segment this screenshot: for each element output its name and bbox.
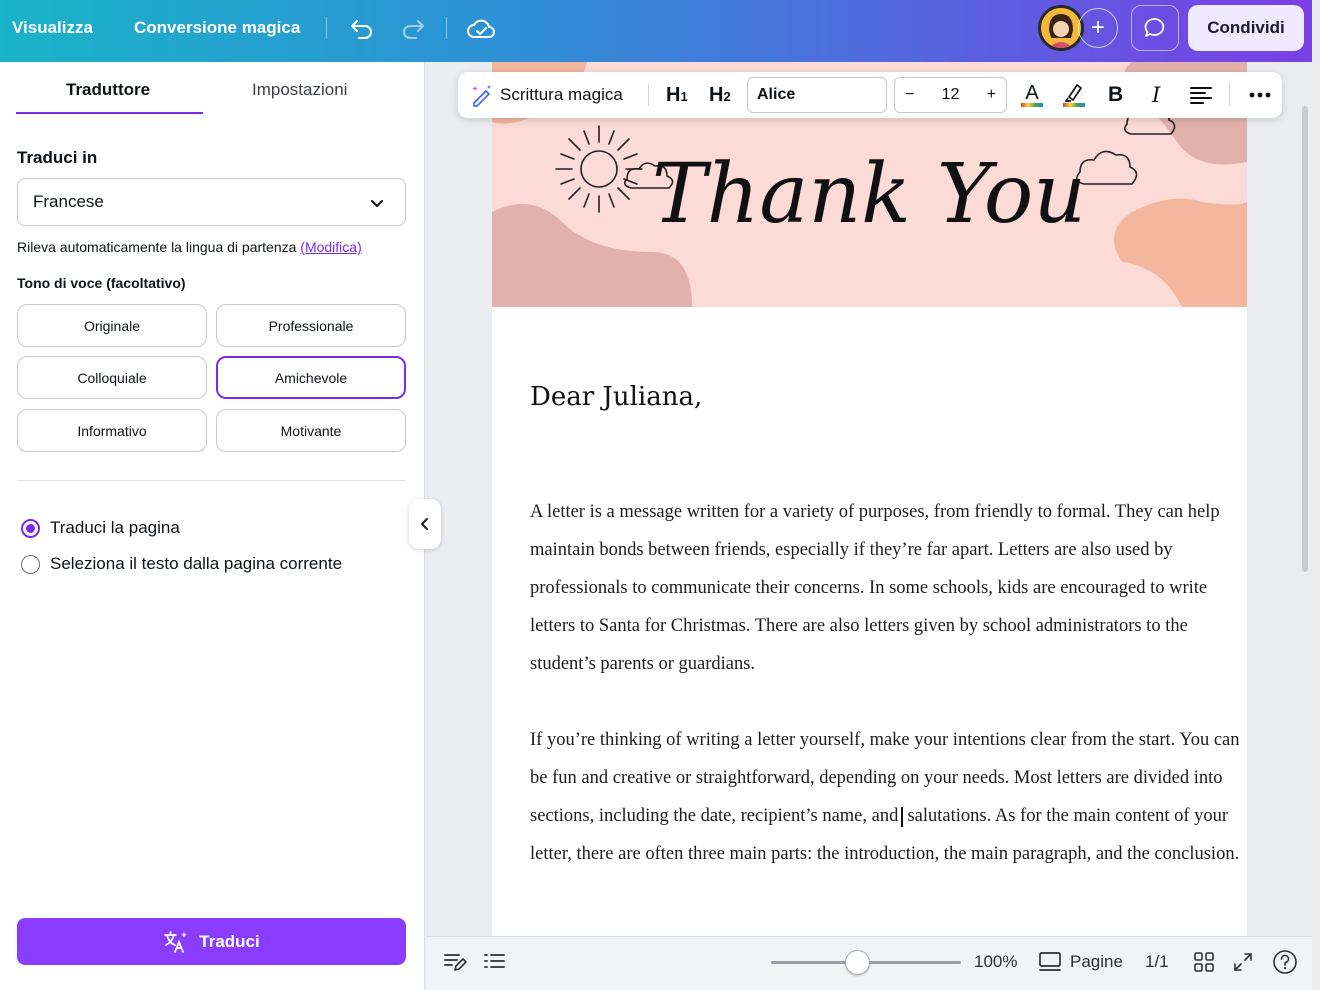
chevron-left-icon [421, 518, 428, 530]
outline-button[interactable] [482, 937, 506, 987]
grid-view-button[interactable] [1193, 937, 1215, 987]
collapse-panel-button[interactable] [409, 499, 441, 549]
heading1-icon: H1 [666, 83, 688, 106]
tone-original-button[interactable]: Originale [17, 304, 207, 347]
text-color-button[interactable]: A [1018, 72, 1046, 118]
list-icon [484, 954, 505, 968]
share-button[interactable]: Condividi [1188, 5, 1304, 51]
language-value: Francese [33, 192, 104, 211]
pages-icon [1039, 952, 1061, 971]
separator [326, 17, 327, 39]
divider [17, 480, 406, 481]
banner-title: Thank You [652, 147, 1086, 242]
translator-panel: Traduttore Impostazioni Traduci in Franc… [0, 62, 425, 990]
document-page[interactable]: Thank You Dear Juliana, A letter is a me… [492, 62, 1247, 936]
translate-page-option[interactable]: Traduci la pagina [21, 518, 180, 538]
view-menu[interactable]: Visualizza [12, 18, 93, 38]
font-size-value[interactable]: 12 [942, 86, 960, 104]
highlight-button[interactable] [1060, 72, 1088, 118]
tone-colloquial-button[interactable]: Colloquiale [17, 356, 207, 399]
letter-paragraph-2[interactable]: If you’re thinking of writing a letter y… [530, 721, 1242, 873]
bold-button[interactable]: B [1108, 72, 1123, 118]
more-icon [1249, 92, 1271, 98]
decrease-size-button[interactable]: − [905, 86, 914, 104]
letter-paragraph-1[interactable]: A letter is a message written for a vari… [530, 493, 1242, 683]
redo-icon[interactable] [398, 14, 428, 44]
italic-button[interactable]: I [1152, 72, 1160, 118]
magic-write-label: Scrittura magica [500, 85, 623, 104]
text-color-icon: A [1021, 82, 1043, 107]
align-button[interactable] [1189, 72, 1213, 118]
detect-language-text: Rileva automaticamente la lingua di part… [17, 239, 362, 255]
select-text-option[interactable]: Seleziona il testo dalla pagina corrente [21, 554, 342, 574]
modify-link[interactable]: (Modifica) [300, 239, 361, 255]
font-size-control: − 12 + [894, 77, 1007, 113]
tab-settings[interactable]: Impostazioni [252, 80, 347, 100]
magic-write-button[interactable]: Scrittura magica [470, 72, 623, 118]
grid-icon [1194, 952, 1214, 972]
translate-sparkle-icon [164, 930, 188, 953]
cloud-check-icon[interactable] [466, 14, 496, 44]
more-options-button[interactable] [1248, 72, 1272, 118]
tab-translator[interactable]: Traduttore [66, 80, 150, 100]
magic-pen-icon [472, 85, 491, 107]
page-count[interactable]: 1/1 [1145, 937, 1169, 987]
zoom-level[interactable]: 100% [974, 937, 1017, 987]
tone-friendly-button[interactable]: Amichevole [216, 356, 406, 399]
notes-icon [444, 954, 467, 971]
help-icon [1273, 950, 1297, 974]
radio-unselected[interactable] [21, 554, 40, 574]
bold-icon: B [1108, 83, 1124, 106]
radio-selected[interactable] [21, 518, 40, 538]
text-cursor [901, 806, 903, 827]
svg-text:A: A [1025, 82, 1039, 104]
heading2-button[interactable]: H2 [709, 72, 731, 118]
add-collaborator-button[interactable]: + [1078, 8, 1118, 48]
translate-button-label: Traduci [199, 931, 260, 951]
select-text-label: Seleziona il testo dalla pagina corrente [50, 554, 343, 573]
vertical-scrollbar[interactable] [1302, 106, 1308, 572]
separator [1229, 84, 1230, 106]
separator [648, 84, 649, 106]
align-left-icon [1190, 87, 1212, 104]
translate-page-label: Traduci la pagina [50, 518, 180, 537]
increase-size-button[interactable]: + [987, 86, 996, 104]
chevron-down-icon [371, 200, 383, 207]
separator [446, 17, 447, 39]
heading1-button[interactable]: H1 [666, 72, 688, 118]
translate-button[interactable]: Traduci [17, 918, 406, 965]
active-tab-indicator [16, 112, 203, 114]
tone-informative-button[interactable]: Informativo [17, 409, 207, 452]
comment-button[interactable] [1131, 5, 1179, 51]
bottom-bar: 100% Pagine 1/1 [426, 936, 1312, 990]
letter-paragraph-2-text: If you’re thinking of writing a letter y… [530, 730, 1240, 864]
translate-to-title: Traduci in [17, 148, 98, 167]
highlighter-icon [1063, 84, 1085, 107]
comment-icon [1144, 18, 1165, 37]
heading2-icon: H2 [709, 83, 731, 106]
help-button[interactable] [1272, 937, 1298, 987]
tone-motivating-button[interactable]: Motivante [216, 409, 406, 452]
font-family-select[interactable]: Alice [747, 77, 887, 113]
pages-label: Pagine [1070, 952, 1123, 971]
pages-button[interactable]: Pagine [1038, 937, 1123, 987]
top-bar: Visualizza Conversione magica + Condivid… [0, 0, 1312, 62]
language-select[interactable]: Francese [17, 178, 406, 226]
expand-icon [1234, 953, 1252, 971]
undo-icon[interactable] [347, 14, 377, 44]
tone-professional-button[interactable]: Professionale [216, 304, 406, 347]
text-toolbar: Scrittura magica H1 H2 Alice − 12 + A B … [458, 72, 1282, 118]
zoom-slider-knob[interactable] [844, 950, 870, 975]
italic-icon: I [1152, 83, 1161, 107]
editor-canvas: Thank You Dear Juliana, A letter is a me… [426, 62, 1312, 936]
fullscreen-button[interactable] [1232, 937, 1254, 987]
magic-switch-menu[interactable]: Conversione magica [134, 18, 300, 38]
notes-button[interactable] [443, 937, 467, 987]
tone-title: Tono di voce (facoltativo) [17, 275, 186, 291]
letter-greeting[interactable]: Dear Juliana, [530, 382, 702, 412]
